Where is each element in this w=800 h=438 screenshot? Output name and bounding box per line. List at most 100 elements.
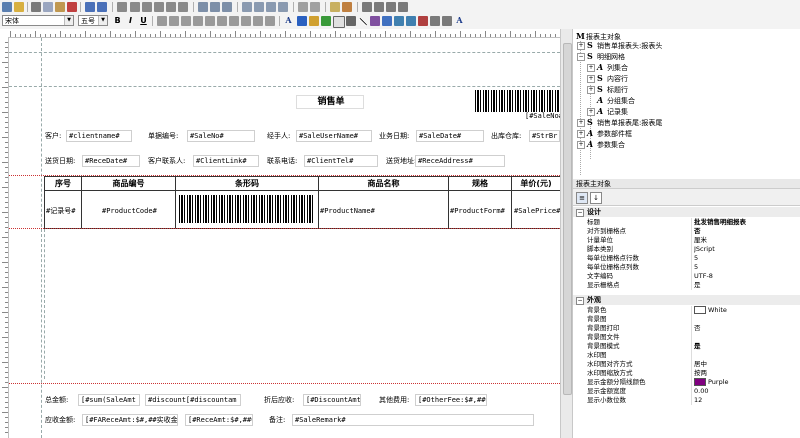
warehouse-field[interactable]: #StrBr (529, 130, 560, 142)
property-value[interactable]: 按两 (694, 369, 800, 378)
border-icon[interactable] (229, 16, 239, 26)
property-value[interactable]: 12 (694, 396, 800, 405)
bring-front-icon[interactable] (298, 2, 308, 12)
paste-icon[interactable] (55, 2, 65, 12)
chevron-down-icon[interactable]: ▼ (64, 16, 73, 25)
font-name-select[interactable]: 宋体 ▼ (2, 15, 74, 26)
chevron-down-icon[interactable]: ▼ (98, 16, 107, 25)
alphabetical-icon[interactable]: ↓ (590, 192, 602, 204)
center-h-icon[interactable] (266, 2, 276, 12)
categorized-icon[interactable]: ≡ (576, 192, 588, 204)
receivable-field[interactable]: [#FAReceAmt:$#,##实收金额: (82, 414, 178, 426)
property-row[interactable]: 水印图 (573, 351, 800, 360)
center-v-icon[interactable] (278, 2, 288, 12)
property-row[interactable]: 水印图对齐方式 居中 (573, 360, 800, 369)
border-none-icon[interactable] (253, 16, 263, 26)
property-value[interactable]: 0.00 (694, 387, 800, 396)
align-right-icon[interactable] (142, 2, 152, 12)
expand-toggle[interactable]: + (577, 141, 585, 149)
property-row[interactable]: 每单位栅格点列数 5 (573, 263, 800, 272)
border-all-icon[interactable] (241, 16, 251, 26)
line-tool-icon[interactable] (358, 17, 368, 27)
property-value[interactable]: JScript (694, 245, 800, 254)
rich-text-tool[interactable]: A (454, 15, 465, 26)
delete-icon[interactable] (67, 2, 77, 12)
property-group-design[interactable]: − 设计 (573, 207, 800, 217)
send-back-icon[interactable] (310, 2, 320, 12)
snap-icon[interactable] (374, 2, 384, 12)
v-space-icon[interactable] (254, 2, 264, 12)
property-row[interactable]: 对齐到栅格点 否 (573, 227, 800, 236)
report-design-canvas[interactable]: 销售单 [#SaleNo#] 客户: #clientname# 单据编号: #S… (9, 38, 560, 438)
align-top-icon[interactable] (154, 2, 164, 12)
delivery-date-field[interactable]: #ReceDate# (82, 155, 140, 167)
property-row[interactable]: 背景色 White (573, 306, 800, 315)
property-row[interactable]: 背景图打印 否 (573, 324, 800, 333)
redo-icon[interactable] (97, 2, 107, 12)
handler-field[interactable]: #SaleUserName# (296, 130, 372, 142)
tree-item-param-frame[interactable]: A 参数部件框 (587, 128, 632, 138)
static-text-tool[interactable]: A (283, 15, 294, 26)
underline-button[interactable]: U (138, 15, 149, 26)
same-height-icon[interactable] (210, 2, 220, 12)
property-value[interactable]: 否 (694, 227, 800, 236)
property-value[interactable]: 5 (694, 254, 800, 263)
total-amount-field[interactable]: [#sum(SaleAmt (78, 394, 140, 406)
open-folder-icon[interactable] (14, 2, 24, 12)
align-middle-icon[interactable] (166, 2, 176, 12)
sale-no-barcode[interactable] (475, 90, 560, 112)
text-align-left-icon[interactable] (157, 16, 167, 26)
property-value[interactable]: 5 (694, 263, 800, 272)
text-align-bottom-icon[interactable] (217, 16, 227, 26)
collapse-toggle[interactable]: − (576, 297, 584, 305)
align-bottom-icon[interactable] (178, 2, 188, 12)
text-align-top-icon[interactable] (193, 16, 203, 26)
report-title[interactable]: 销售单 (296, 95, 364, 109)
tree-item-columns[interactable]: A 列集合 (597, 62, 628, 72)
remark-field[interactable]: #SaleRemark# (292, 414, 534, 426)
property-value[interactable]: White (694, 306, 800, 315)
discounted-field[interactable]: [#DiscountAmt:$ (303, 394, 361, 406)
tree-item-content-row[interactable]: S 内容行 (597, 73, 628, 83)
property-value[interactable]: 厘米 (694, 236, 800, 245)
property-row[interactable]: 标题 批发销售明细报表 (573, 218, 800, 227)
zoom-icon[interactable] (386, 2, 396, 12)
new-report-icon[interactable] (2, 2, 12, 12)
text-align-middle-icon[interactable] (205, 16, 215, 26)
tree-item-detail-grid[interactable]: S 明细网格 (587, 51, 625, 61)
address-field[interactable]: #ReceAddress# (415, 155, 505, 167)
ellipse-box-icon[interactable] (346, 16, 356, 26)
property-row[interactable]: 每单位栅格点行数 5 (573, 254, 800, 263)
property-value[interactable]: 是 (694, 281, 800, 290)
sale-no-field[interactable]: #SaleNo# (187, 130, 255, 142)
property-value[interactable]: 居中 (694, 360, 800, 369)
property-row[interactable]: 背景图模式 是 (573, 342, 800, 351)
phone-field[interactable]: #ClientTel# (304, 155, 378, 167)
expand-toggle[interactable]: + (577, 119, 585, 127)
summary-box-icon[interactable] (394, 16, 404, 26)
discount-field[interactable]: #discount[#discountam (145, 394, 241, 406)
received-field[interactable]: [#ReceAmt:$#,##0. (185, 414, 253, 426)
property-row[interactable]: 显示金额宽度 0.00 (573, 387, 800, 396)
lock-icon[interactable] (330, 2, 340, 12)
system-var-box-icon[interactable] (406, 16, 416, 26)
expand-toggle[interactable]: + (587, 86, 595, 94)
layout-icon[interactable] (398, 2, 408, 12)
text-align-center-icon[interactable] (169, 16, 179, 26)
property-group-appearance[interactable]: − 外观 (573, 295, 800, 305)
property-row[interactable]: 显示栅格点 是 (573, 281, 800, 290)
property-row[interactable]: 水印图缩放方式 按两 (573, 369, 800, 378)
align-center-icon[interactable] (130, 2, 140, 12)
undo-icon[interactable] (85, 2, 95, 12)
property-value[interactable]: 批发销售明细报表 (694, 218, 800, 227)
collapse-toggle[interactable]: − (576, 209, 584, 217)
biz-date-field[interactable]: #SaleDate# (416, 130, 484, 142)
align-left-icon[interactable] (117, 2, 127, 12)
font-size-select[interactable]: 五号 ▼ (78, 15, 108, 26)
column-grid-icon[interactable] (442, 16, 452, 26)
property-row[interactable]: 显示小数位数 12 (573, 396, 800, 405)
property-value[interactable]: 是 (694, 342, 800, 351)
same-width-icon[interactable] (198, 2, 208, 12)
expand-toggle[interactable]: + (577, 42, 585, 50)
tree-item-title-row[interactable]: S 标题行 (597, 84, 628, 94)
